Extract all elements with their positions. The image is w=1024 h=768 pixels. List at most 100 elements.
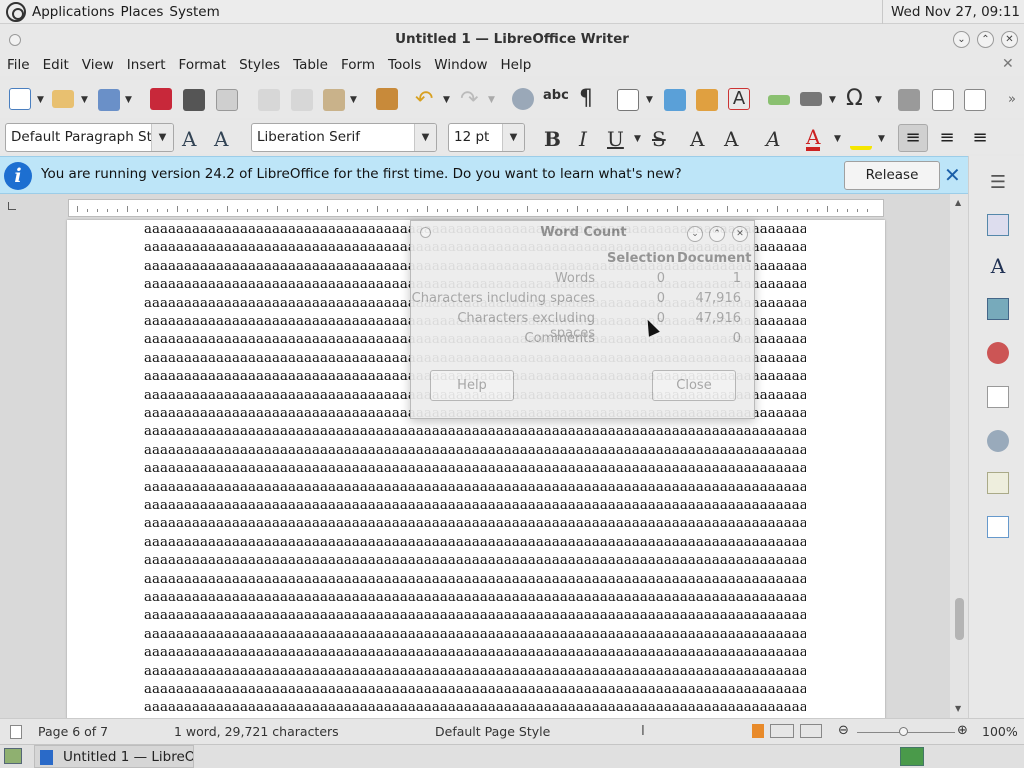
- document-text-line[interactable]: aaaaaaaaaaaaaaaaaaaaaaaaaaaaaaaaaaaaaaaa…: [144, 608, 806, 623]
- special-character-icon[interactable]: Ω: [846, 86, 868, 111]
- document-text-line[interactable]: aaaaaaaaaaaaaaaaaaaaaaaaaaaaaaaaaaaaaaaa…: [144, 424, 806, 439]
- underline-icon[interactable]: U: [607, 127, 624, 151]
- update-style-icon[interactable]: A: [182, 127, 204, 151]
- horizontal-ruler[interactable]: [68, 199, 884, 217]
- chevron-down-icon[interactable]: ▼: [502, 124, 524, 151]
- help-button[interactable]: Help: [430, 370, 514, 401]
- bold-icon[interactable]: B: [544, 127, 561, 151]
- align-left-icon[interactable]: ≡: [898, 124, 928, 152]
- font-color-icon[interactable]: A: [806, 127, 821, 151]
- style-inspector-icon[interactable]: [987, 430, 1009, 452]
- document-modified-icon[interactable]: [10, 725, 22, 739]
- dialog-minimize-button[interactable]: ⌄: [687, 226, 703, 242]
- table-dropdown-icon[interactable]: ▼: [646, 95, 653, 105]
- styles-icon[interactable]: A: [987, 254, 1009, 278]
- open-folder-icon[interactable]: [52, 90, 74, 108]
- paste-icon[interactable]: [323, 89, 345, 111]
- clock[interactable]: Wed Nov 27, 09:11: [881, 0, 1024, 24]
- document-text-line[interactable]: aaaaaaaaaaaaaaaaaaaaaaaaaaaaaaaaaaaaaaaa…: [144, 590, 806, 605]
- undo-dropdown-icon[interactable]: ▼: [443, 95, 450, 105]
- vertical-scrollbar[interactable]: ▲ ▼: [950, 194, 968, 718]
- document-text-line[interactable]: aaaaaaaaaaaaaaaaaaaaaaaaaaaaaaaaaaaaaaaa…: [144, 664, 806, 679]
- scrollbar-thumb[interactable]: [955, 598, 964, 640]
- spelling-icon[interactable]: abc: [543, 88, 569, 110]
- zoom-slider-thumb[interactable]: [899, 727, 908, 736]
- close-infobar-icon[interactable]: ✕: [944, 163, 961, 187]
- panel-menu-places[interactable]: Places: [120, 4, 163, 20]
- cut-icon[interactable]: [258, 89, 280, 111]
- menu-styles[interactable]: Styles: [239, 57, 280, 73]
- align-center-icon[interactable]: ≡: [936, 127, 958, 149]
- sidebar-menu-icon[interactable]: ☰: [987, 172, 1009, 194]
- scroll-down-icon[interactable]: ▼: [955, 704, 961, 713]
- open-dropdown-icon[interactable]: ▼: [81, 95, 88, 105]
- menu-view[interactable]: View: [82, 57, 114, 73]
- window-titlebar[interactable]: Untitled 1 — LibreOffice Writer: [0, 24, 1024, 54]
- close-document-icon[interactable]: ✕: [1002, 56, 1014, 72]
- find-replace-icon[interactable]: [512, 88, 534, 110]
- panel-menu-system[interactable]: System: [169, 4, 219, 20]
- window-menu-icon[interactable]: [9, 34, 21, 46]
- gallery-icon[interactable]: [987, 298, 1009, 320]
- document-text-line[interactable]: aaaaaaaaaaaaaaaaaaaaaaaaaaaaaaaaaaaaaaaa…: [144, 461, 806, 476]
- document-text-line[interactable]: aaaaaaaaaaaaaaaaaaaaaaaaaaaaaaaaaaaaaaaa…: [144, 443, 806, 458]
- menu-format[interactable]: Format: [179, 57, 227, 73]
- italic-icon[interactable]: I: [579, 127, 587, 151]
- chevron-down-icon[interactable]: ▼: [151, 124, 173, 151]
- dialog-title[interactable]: Word Count: [411, 221, 756, 245]
- zoom-out-icon[interactable]: ⊖: [838, 723, 849, 738]
- dialog-maximize-button[interactable]: ⌃: [709, 226, 725, 242]
- clone-formatting-icon[interactable]: [376, 88, 398, 110]
- insert-table-icon[interactable]: [617, 89, 639, 111]
- formatting-marks-icon[interactable]: ¶: [579, 86, 601, 111]
- dialog-close-icon[interactable]: ✕: [732, 226, 748, 242]
- insert-textbox-icon[interactable]: A: [728, 88, 750, 110]
- zoom-in-icon[interactable]: ⊕: [957, 723, 968, 738]
- tab-stop-icon[interactable]: [8, 202, 16, 210]
- design-icon[interactable]: [987, 516, 1009, 538]
- font-name-combo[interactable]: Liberation Serif ▼: [251, 123, 437, 152]
- insert-page-break-icon[interactable]: [768, 95, 790, 105]
- menu-insert[interactable]: Insert: [127, 57, 166, 73]
- field-dropdown-icon[interactable]: ▼: [829, 95, 836, 105]
- zoom-level[interactable]: 100%: [982, 724, 1018, 739]
- close-window-button[interactable]: ✕: [1001, 31, 1018, 48]
- release-notes-button[interactable]: Release Notes: [844, 161, 940, 210]
- document-text-line[interactable]: aaaaaaaaaaaaaaaaaaaaaaaaaaaaaaaaaaaaaaaa…: [144, 645, 806, 660]
- distro-logo-icon[interactable]: [6, 1, 26, 22]
- new-style-icon[interactable]: A: [214, 127, 236, 151]
- toolbar-overflow-icon[interactable]: »: [1008, 92, 1016, 107]
- document-text-line[interactable]: aaaaaaaaaaaaaaaaaaaaaaaaaaaaaaaaaaaaaaaa…: [144, 553, 806, 568]
- highlight-icon[interactable]: [850, 128, 872, 150]
- insert-chart-icon[interactable]: [696, 89, 718, 111]
- save-icon[interactable]: [98, 89, 120, 111]
- show-desktop-icon[interactable]: [4, 748, 22, 764]
- menu-file[interactable]: File: [7, 57, 30, 73]
- insert-field-icon[interactable]: [800, 92, 822, 106]
- document-text-line[interactable]: aaaaaaaaaaaaaaaaaaaaaaaaaaaaaaaaaaaaaaaa…: [144, 498, 806, 513]
- navigator-icon[interactable]: [987, 342, 1009, 364]
- underline-dropdown-icon[interactable]: ▼: [634, 134, 641, 144]
- panel-menu-applications[interactable]: Applications: [32, 4, 114, 20]
- chevron-down-icon[interactable]: ▼: [414, 124, 436, 151]
- strikethrough-icon[interactable]: S: [652, 127, 666, 151]
- superscript-icon[interactable]: A: [690, 127, 704, 151]
- insert-endnote-icon[interactable]: [964, 89, 986, 111]
- paste-dropdown-icon[interactable]: ▼: [350, 95, 357, 105]
- taskbar-item-writer[interactable]: Untitled 1 — LibreO...: [34, 745, 194, 768]
- highlight-dropdown-icon[interactable]: ▼: [878, 134, 885, 144]
- document-text-line[interactable]: aaaaaaaaaaaaaaaaaaaaaaaaaaaaaaaaaaaaaaaa…: [144, 682, 806, 697]
- properties-icon[interactable]: [987, 214, 1009, 236]
- print-preview-icon[interactable]: [216, 89, 238, 111]
- menu-table[interactable]: Table: [293, 57, 328, 73]
- save-dropdown-icon[interactable]: ▼: [125, 95, 132, 105]
- font-color-dropdown-icon[interactable]: ▼: [834, 134, 841, 144]
- menu-tools[interactable]: Tools: [388, 57, 421, 73]
- redo-icon[interactable]: ↷: [460, 89, 482, 111]
- special-character-dropdown-icon[interactable]: ▼: [875, 95, 882, 105]
- font-size-combo[interactable]: 12 pt ▼: [448, 123, 525, 152]
- document-text-line[interactable]: aaaaaaaaaaaaaaaaaaaaaaaaaaaaaaaaaaaaaaaa…: [144, 535, 806, 550]
- subscript-icon[interactable]: A: [724, 127, 738, 151]
- page-indicator[interactable]: Page 6 of 7: [38, 724, 108, 739]
- document-text-line[interactable]: aaaaaaaaaaaaaaaaaaaaaaaaaaaaaaaaaaaaaaaa…: [144, 700, 806, 715]
